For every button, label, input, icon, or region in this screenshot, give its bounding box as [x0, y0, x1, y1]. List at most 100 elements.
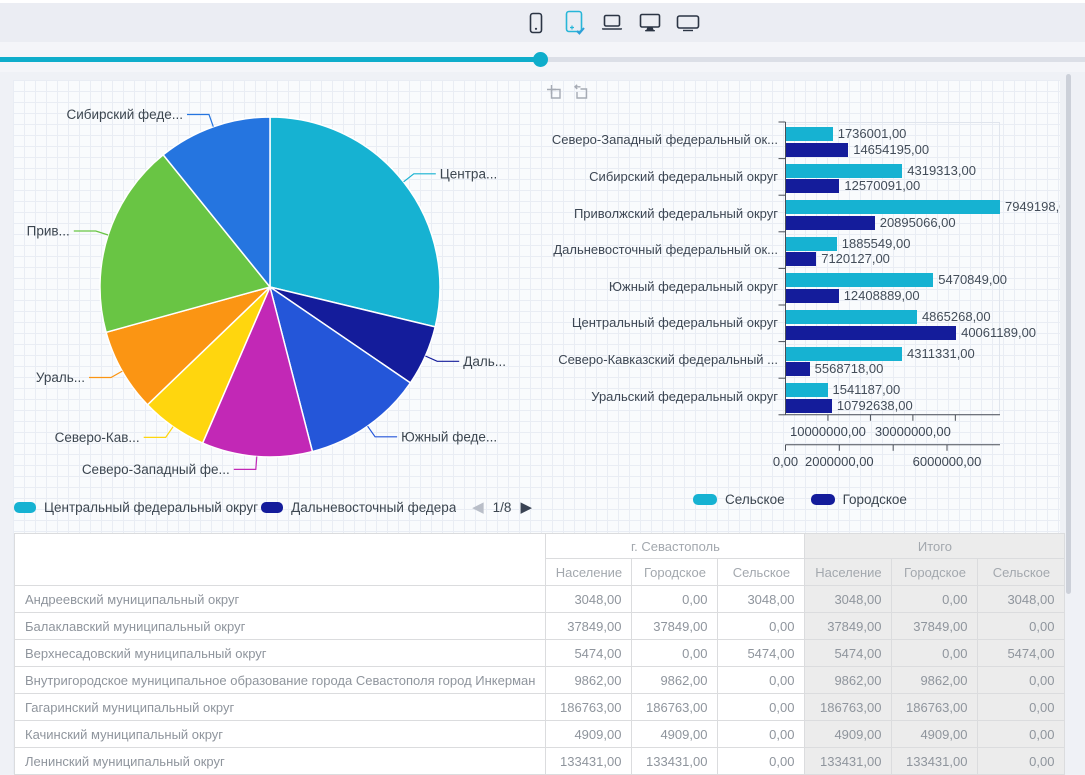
device-tv-button[interactable]: [675, 10, 701, 36]
legend-swatch-icon: [14, 502, 36, 513]
table-cell-value: 37849,00: [892, 613, 978, 640]
pie-slice-label: Сибирский феде...: [66, 107, 183, 122]
table-cell-value: 186763,00: [632, 694, 718, 721]
table-cell-value: 37849,00: [546, 613, 632, 640]
table-cell-value: 4909,00: [546, 721, 632, 748]
dashboard-canvas: Центра...Даль...Южный феде...Северо-Запа…: [0, 72, 1085, 774]
table-column-header[interactable]: Население: [805, 559, 892, 586]
pie-callout-line: [425, 356, 459, 361]
table-group-header: Итого: [805, 534, 1065, 559]
table-row[interactable]: Гагаринский муниципальный округ 186763,00…: [15, 694, 1065, 721]
table-cell-value: 0,00: [718, 721, 805, 748]
table-group-header: г. Севастополь: [546, 534, 805, 559]
table-cell-value: 9862,00: [805, 667, 892, 694]
table-cell-value: 0,00: [632, 586, 718, 613]
table-column-header[interactable]: Население: [546, 559, 632, 586]
table-row[interactable]: Внутригородское муниципальное образовани…: [15, 667, 1065, 694]
table-row[interactable]: Ленинский муниципальный округ133431,0013…: [15, 748, 1065, 775]
table-cell-name: Гагаринский муниципальный округ: [15, 694, 546, 721]
table-cell-value: 4909,00: [892, 721, 978, 748]
table-column-header[interactable]: Городское: [892, 559, 978, 586]
primary-axis-tick-label: 10000000,00: [790, 424, 866, 439]
scrollbar-thumb[interactable]: [1066, 74, 1071, 594]
bar-legend: Сельское Городское: [540, 492, 1060, 507]
legend-item[interactable]: Городское: [811, 492, 907, 507]
device-toolbar: [0, 3, 1085, 42]
table-cell-value: 37849,00: [632, 613, 718, 640]
table-cell-value: 0,00: [718, 667, 805, 694]
table-cell-value: 37849,00: [805, 613, 892, 640]
vertical-scrollbar: [1066, 72, 1071, 774]
pie-callout-line: [74, 231, 108, 235]
slider-handle[interactable]: [533, 52, 548, 67]
pie-slice-label: Прив...: [27, 224, 70, 239]
legend-prev-icon[interactable]: ◀: [472, 498, 484, 516]
table-column-header[interactable]: Городское: [632, 559, 718, 586]
pie-slice-label: Даль...: [463, 354, 506, 369]
monitor-icon: [637, 10, 663, 36]
table-cell-value: 0,00: [978, 721, 1065, 748]
table-cell-name: Верхнесадовский муниципальный округ: [15, 640, 546, 667]
pie-slice-label: Южный феде...: [401, 429, 497, 444]
slider-fill: [0, 57, 540, 62]
legend-page-indicator: 1/8: [493, 500, 512, 515]
table-cell-value: 4909,00: [632, 721, 718, 748]
table-row[interactable]: Балаклавский муниципальный округ37849,00…: [15, 613, 1065, 640]
bar-axes: [540, 80, 1060, 532]
table-cell-value: 186763,00: [892, 694, 978, 721]
table-cell-value: 3048,00: [978, 586, 1065, 613]
legend-item[interactable]: Центральный федеральный округ: [14, 500, 245, 515]
device-tablet-button[interactable]: [561, 10, 587, 36]
pie-callout-line: [144, 427, 173, 438]
table-cell-value: 5474,00: [546, 640, 632, 667]
legend-item-label: Сельское: [725, 492, 785, 507]
pie-callout-line: [404, 174, 436, 182]
pie-slice-label: Центра...: [440, 166, 497, 181]
width-slider[interactable]: [0, 57, 1085, 62]
table-cell-value: 3048,00: [546, 586, 632, 613]
table-column-header[interactable]: Сельское: [978, 559, 1065, 586]
pie-callout-line: [187, 115, 213, 127]
secondary-axis-tick-label: 0,00: [773, 454, 798, 469]
table-cell-name: Качинский муниципальный округ: [15, 721, 546, 748]
table-cell-value: 9862,00: [546, 667, 632, 694]
device-monitor-button[interactable]: [637, 10, 663, 36]
legend-item[interactable]: Сельское: [693, 492, 785, 507]
legend-item-label: Центральный федеральный округ: [44, 500, 258, 515]
table-row[interactable]: Качинский муниципальный округ4909,004909…: [15, 721, 1065, 748]
legend-item[interactable]: Дальневосточный федеральны: [261, 500, 456, 515]
secondary-axis-tick-label: 2000000,00: [805, 454, 874, 469]
pie-callout-line: [89, 371, 122, 377]
table-cell-value: 133431,00: [546, 748, 632, 775]
device-laptop-button[interactable]: [599, 10, 625, 36]
table-cell-value: 133431,00: [632, 748, 718, 775]
legend-pager: ◀ 1/8 ▶: [472, 498, 532, 516]
legend-swatch-icon: [811, 494, 835, 505]
table-cell-name: Андреевский муниципальный округ: [15, 586, 546, 613]
table-cell-value: 0,00: [892, 640, 978, 667]
pie-slice-label: Северо-Кав...: [55, 430, 140, 445]
table-cell-value: 0,00: [718, 748, 805, 775]
table-column-header[interactable]: Сельское: [718, 559, 805, 586]
table-cell-value: 5474,00: [978, 640, 1065, 667]
table-cell-value: 0,00: [978, 613, 1065, 640]
table-cell-name: Ленинский муниципальный округ: [15, 748, 546, 775]
table-cell-value: 5474,00: [805, 640, 892, 667]
table-cell-value: 9862,00: [892, 667, 978, 694]
table-cell-value: 4909,00: [805, 721, 892, 748]
table-cell-value: 133431,00: [892, 748, 978, 775]
table-cell-value: 0,00: [978, 667, 1065, 694]
table-cell-name: Внутригородское муниципальное образовани…: [15, 667, 546, 694]
table-cell-value: 3048,00: [805, 586, 892, 613]
tv-icon: [675, 10, 701, 36]
table-row[interactable]: Андреевский муниципальный округ3048,000,…: [15, 586, 1065, 613]
table-cell-value: 0,00: [632, 640, 718, 667]
legend-next-icon[interactable]: ▶: [520, 498, 532, 516]
device-phone-button[interactable]: [523, 10, 549, 36]
table-cell-value: 5474,00: [718, 640, 805, 667]
phone-icon: [524, 11, 548, 35]
table-row[interactable]: Верхнесадовский муниципальный округ5474,…: [15, 640, 1065, 667]
pie-slice-label: Ураль...: [36, 370, 85, 385]
data-table: г. СевастопольИтогоНаселениеГородскоеСел…: [14, 533, 1065, 775]
legend-swatch-icon: [261, 502, 283, 513]
